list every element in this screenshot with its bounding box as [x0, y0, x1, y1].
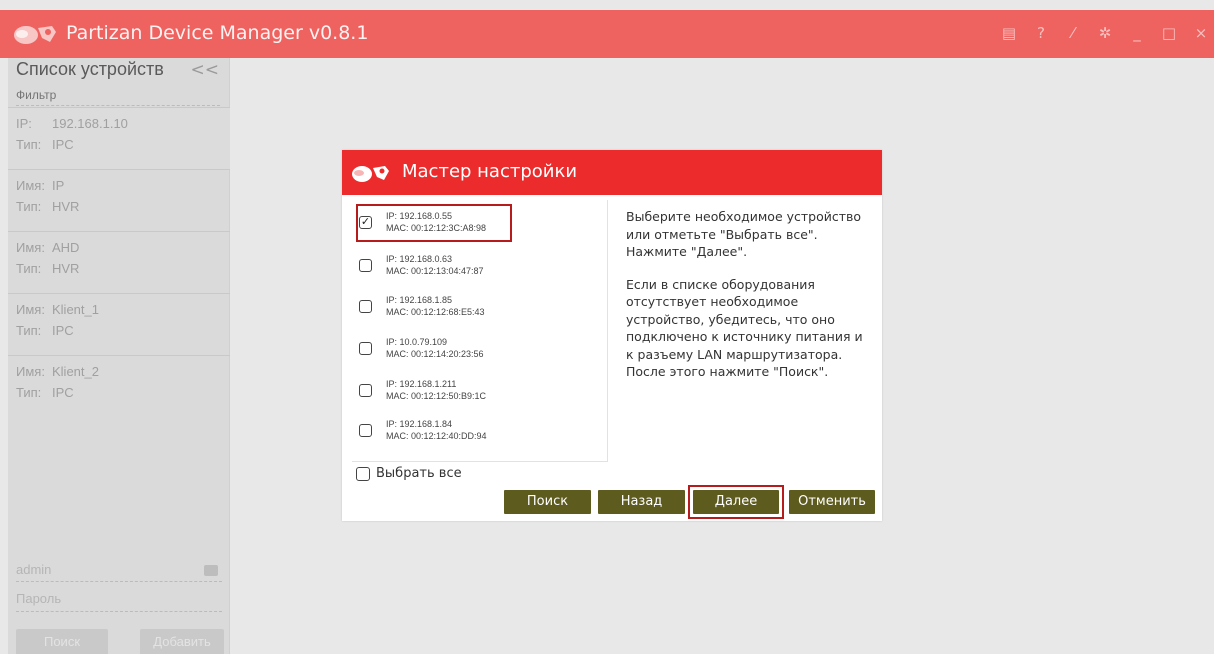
wand-icon[interactable]: ⁄ — [1064, 24, 1082, 42]
select-all-label: Выбрать все — [376, 466, 462, 481]
list-item[interactable]: IP: 192.168.1.84 MAC: 00:12:12:40:DD:94 — [352, 412, 608, 452]
device-checkbox[interactable] — [359, 424, 372, 437]
device-checkbox[interactable] — [359, 342, 372, 355]
app-title: Partizan Device Manager v0.8.1 — [66, 22, 369, 44]
select-all-checkbox[interactable]: Выбрать все — [356, 466, 462, 481]
device-item[interactable]: Имя: AHD Тип: HVR — [8, 231, 230, 293]
device-sidebar: Список устройств << IP:192.168.1.10 Тип:… — [8, 58, 230, 654]
device-item[interactable]: Имя: Klient_1 Тип: IPC — [8, 293, 230, 355]
back-button[interactable]: Назад — [598, 490, 685, 514]
highlight-box — [356, 204, 512, 242]
settings-icon[interactable]: ✲ — [1096, 24, 1114, 42]
list-item[interactable]: IP: 10.0.79.109 MAC: 00:12:14:20:23:56 — [352, 330, 608, 370]
close-icon[interactable]: × — [1192, 24, 1210, 42]
sidebar-search-button[interactable]: Поиск — [16, 629, 108, 654]
dialog-header: Мастер настройки — [342, 150, 882, 195]
manual-icon[interactable]: ▤ — [1000, 24, 1018, 42]
device-item[interactable]: Имя: Klient_2 Тип: IPC — [8, 355, 230, 417]
device-checkbox[interactable] — [359, 300, 372, 313]
sidebar-title: Список устройств — [16, 59, 164, 79]
device-list: IP: 192.168.1.10 Тип: IPC Имя: IP Тип: HVR И… — [8, 107, 230, 417]
device-item[interactable]: Имя: IP Тип: HVR — [8, 169, 230, 231]
device-item[interactable]: IP: 192.168.1.10 Тип: IPC — [8, 107, 230, 169]
help-icon[interactable]: ? — [1032, 24, 1050, 42]
list-item[interactable]: IP: 192.168.0.63 MAC: 00:12:13:04:47:87 — [352, 247, 608, 287]
clear-icon[interactable] — [204, 565, 218, 576]
dialog-title: Мастер настройки — [402, 161, 578, 182]
partizan-logo-icon — [352, 166, 389, 182]
sidebar-add-button[interactable]: Добавить — [140, 629, 224, 654]
instruction-paragraph: Выберите необходимое устройство или отме… — [626, 209, 862, 259]
username-field[interactable]: admin — [16, 558, 222, 582]
found-devices-list: ✓ IP: 192.168.0.55 MAC: 00:12:12:3C:A8:9… — [352, 200, 608, 462]
password-placeholder: Пароль — [16, 591, 62, 606]
password-field[interactable]: Пароль — [16, 588, 222, 612]
instructions-text: Выберите необходимое устройство или отме… — [626, 208, 872, 396]
list-item[interactable]: IP: 192.168.1.85 MAC: 00:12:12:68:E5:43 — [352, 288, 608, 328]
device-checkbox[interactable] — [359, 384, 372, 397]
setup-wizard-dialog: Мастер настройки ✓ IP: 192.168.0.55 MAC:… — [342, 150, 882, 521]
filter-input[interactable] — [16, 84, 220, 106]
username-value: admin — [16, 562, 52, 577]
list-item[interactable]: IP: 192.168.1.211 MAC: 00:12:12:50:B9:1C — [352, 372, 608, 412]
cancel-button[interactable]: Отменить — [789, 490, 875, 514]
collapse-sidebar-icon[interactable]: << — [191, 60, 220, 80]
minimize-icon[interactable]: _ — [1128, 24, 1146, 42]
maximize-icon[interactable]: □ — [1160, 24, 1178, 42]
instruction-paragraph: Если в списке оборудования отсутствует н… — [626, 276, 863, 380]
search-button[interactable]: Поиск — [504, 490, 591, 514]
checkbox-icon[interactable] — [356, 466, 370, 481]
list-item[interactable]: ✓ IP: 192.168.0.55 MAC: 00:12:12:3C:A8:9… — [352, 204, 608, 244]
title-bar: Partizan Device Manager v0.8.1 ▤ ? ⁄ ✲ _… — [0, 10, 1214, 58]
device-checkbox[interactable] — [359, 259, 372, 272]
next-button[interactable]: Далее — [693, 490, 779, 514]
partizan-logo-icon — [14, 26, 56, 44]
